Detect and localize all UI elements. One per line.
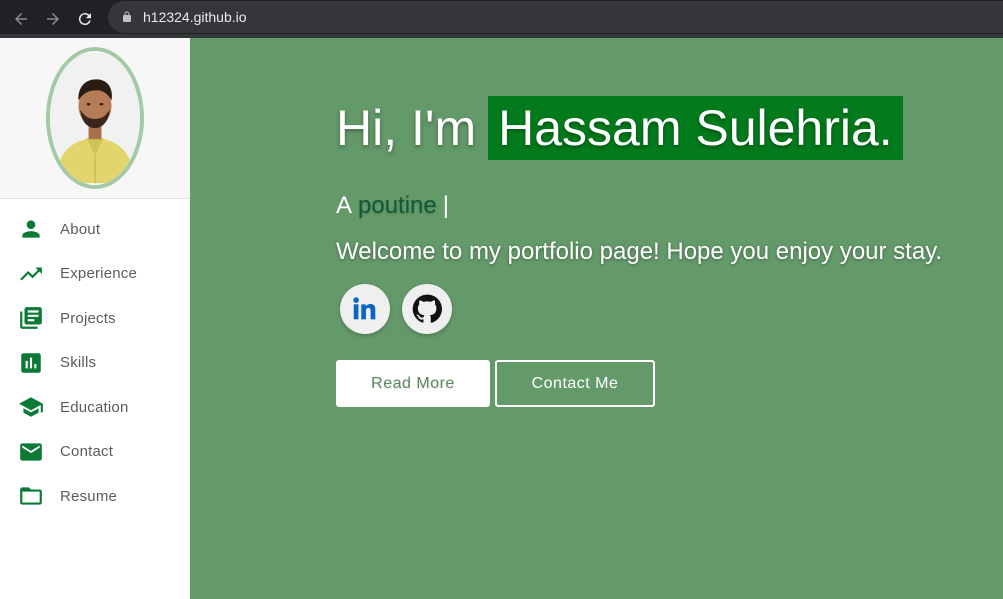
social-links [340,284,942,334]
sidebar-item-label: Contact [60,443,114,461]
profile-photo [50,52,140,184]
hero-content: Hi, I'm Hassam Sulehria. A poutine | Wel… [336,96,942,407]
sidebar-item-label: Education [60,398,129,416]
contact-me-button[interactable]: Contact Me [495,360,655,407]
graduation-cap-icon [17,394,44,421]
sidebar-item-education[interactable]: Education [0,385,190,430]
bar-chart-icon [17,349,44,376]
person-icon [17,216,44,243]
library-books-icon [17,305,44,332]
address-bar[interactable]: h12324.github.io [108,1,1003,33]
sidebar-item-label: Resume [60,487,118,505]
sidebar-item-skills[interactable]: Skills [0,341,190,386]
linkedin-link[interactable] [340,284,390,334]
trending-up-icon [17,260,44,287]
back-button[interactable] [10,8,32,30]
hero-section: Hi, I'm Hassam Sulehria. A poutine | Wel… [190,38,1003,599]
sidebar-item-projects[interactable]: Projects [0,296,190,341]
hero-heading: Hi, I'm Hassam Sulehria. [336,96,942,160]
sidebar-nav: About Experience Projects Skills Educati… [0,199,190,519]
hero-buttons: Read More Contact Me [336,360,942,407]
forward-button[interactable] [42,8,64,30]
linkedin-icon [353,297,376,320]
sidebar-item-experience[interactable]: Experience [0,252,190,297]
profile-section [0,38,190,199]
github-icon [412,294,442,323]
sidebar-item-label: About [60,220,101,238]
sidebar-item-label: Skills [60,354,97,372]
welcome-text: Welcome to my portfolio page! Hope you e… [336,238,943,265]
reload-icon [78,13,91,26]
name-highlight: Hassam Sulehria. [488,96,903,160]
arrow-right-icon [47,13,59,25]
typing-cursor: | [442,192,449,219]
sidebar-item-resume[interactable]: Resume [0,474,190,519]
reload-button[interactable] [74,8,96,30]
sidebar-item-contact[interactable]: Contact [0,430,190,475]
greeting-prefix: Hi, I'm [336,100,477,156]
lock-icon [123,11,131,22]
sidebar: About Experience Projects Skills Educati… [0,38,190,599]
arrow-left-icon [15,13,27,25]
typed-word: poutine [358,192,437,219]
folder-icon [17,483,44,510]
github-link[interactable] [402,284,452,334]
sidebar-item-label: Experience [60,265,138,283]
url-text: h12324.github.io [143,9,247,25]
sidebar-item-about[interactable]: About [0,207,190,252]
read-more-button[interactable]: Read More [336,360,490,407]
email-icon [17,438,44,465]
avatar [46,47,144,189]
typed-prefix: A [336,192,353,219]
sidebar-item-label: Projects [60,309,116,327]
browser-toolbar: h12324.github.io [0,0,1003,38]
typed-subtitle: A poutine | [336,192,942,220]
